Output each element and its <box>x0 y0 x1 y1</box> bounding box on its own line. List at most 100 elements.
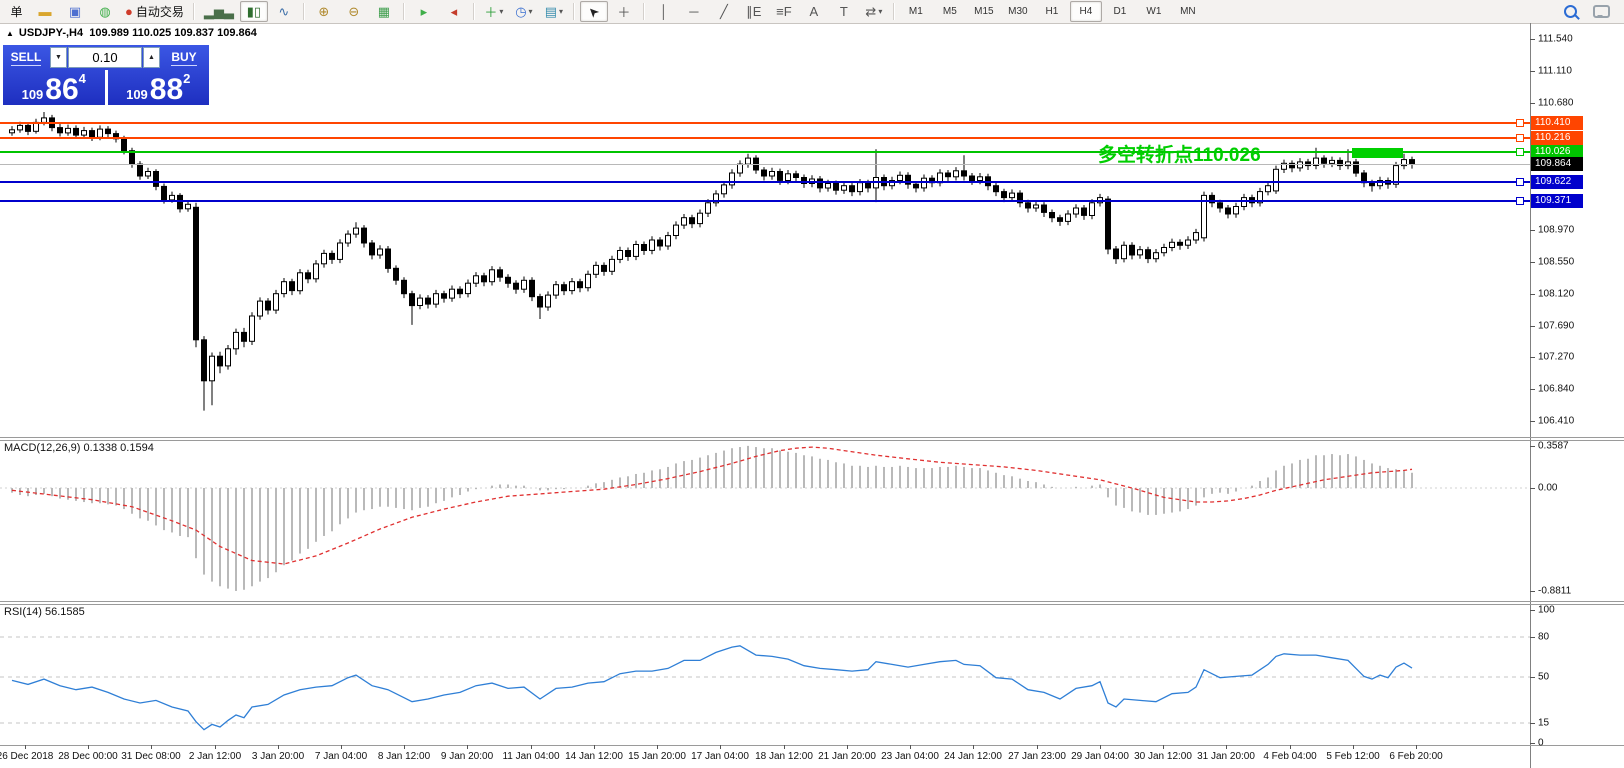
price-axis-tick <box>1530 294 1535 295</box>
time-axis-label: 18 Jan 12:00 <box>755 751 813 762</box>
price-level-line[interactable] <box>0 181 1530 183</box>
buy-price-button[interactable]: 109 88 2 <box>108 70 210 105</box>
level-end-marker <box>1516 178 1524 186</box>
highlight-box[interactable] <box>1352 148 1403 158</box>
time-axis-tick <box>1353 745 1354 749</box>
rsi-axis-label: 15 <box>1538 718 1549 729</box>
time-axis-tick <box>25 745 26 749</box>
rsi-axis-label: 80 <box>1538 632 1549 643</box>
rsi-axis-label: 0 <box>1538 738 1544 749</box>
level-end-marker <box>1516 134 1524 142</box>
macd-axis-tick <box>1530 591 1535 592</box>
time-axis-tick <box>1037 745 1038 749</box>
pane-separator <box>0 601 1624 602</box>
price-axis-label: 107.690 <box>1538 321 1574 332</box>
sell-button[interactable]: SELL <box>3 46 49 69</box>
sell-label: SELL <box>11 50 42 66</box>
time-axis-tick <box>215 745 216 749</box>
price-axis-tick <box>1530 389 1535 390</box>
time-axis-label: 29 Jan 04:00 <box>1071 751 1129 762</box>
buy-price-big: 88 <box>150 77 183 103</box>
level-end-marker <box>1516 197 1524 205</box>
time-axis-tick <box>784 745 785 749</box>
time-axis-label: 17 Jan 04:00 <box>691 751 749 762</box>
collapse-panel-icon[interactable]: ▲ <box>6 29 14 38</box>
price-axis-label: 106.840 <box>1538 384 1574 395</box>
price-axis-tick <box>1530 39 1535 40</box>
time-axis-tick <box>278 745 279 749</box>
rsi-legend: RSI(14) 56.1585 <box>4 606 85 618</box>
volume-decrease-button[interactable]: ▼ <box>50 47 67 68</box>
price-axis-label: 107.270 <box>1538 352 1574 363</box>
trend-annotation-text[interactable]: 多空转折点110.026 <box>1098 140 1261 167</box>
mt4-window: 单▬▣◍●自动交易▂▅▃▮▯∿⊕⊖▦▸◂＋▾◷▾▤▾➤＋│─╱∥E≡FAT⇄▾M… <box>0 0 1624 768</box>
time-axis-label: 30 Jan 12:00 <box>1134 751 1192 762</box>
price-badge: 110.216 <box>1531 131 1583 145</box>
symbol-label: USDJPY-,H4 <box>19 27 83 39</box>
macd-axis-tick <box>1530 446 1535 447</box>
price-axis-tick <box>1530 71 1535 72</box>
macd-axis-label: 0.00 <box>1538 483 1557 494</box>
time-axis-tick <box>467 745 468 749</box>
price-axis-label: 106.410 <box>1538 416 1574 427</box>
macd-axis-label: 0.3587 <box>1538 441 1569 452</box>
price-level-line[interactable] <box>0 137 1530 139</box>
time-axis-label: 9 Jan 20:00 <box>441 751 493 762</box>
time-axis-label: 23 Jan 04:00 <box>881 751 939 762</box>
time-axis-label: 14 Jan 12:00 <box>565 751 623 762</box>
time-axis-label: 8 Jan 12:00 <box>378 751 430 762</box>
buy-price-prefix: 109 <box>126 87 148 103</box>
time-axis-label: 5 Feb 12:00 <box>1326 751 1379 762</box>
price-badge: 110.410 <box>1531 116 1583 130</box>
sell-price-button[interactable]: 109 86 4 <box>3 70 108 105</box>
volume-input[interactable]: 0.10 <box>68 47 142 68</box>
buy-button[interactable]: BUY <box>161 46 207 69</box>
price-axis-tick <box>1530 262 1535 263</box>
macd-legend: MACD(12,26,9) 0.1338 0.1594 <box>4 442 154 454</box>
price-level-line[interactable] <box>0 200 1530 202</box>
time-axis-tick <box>910 745 911 749</box>
time-axis-tick <box>1416 745 1417 749</box>
chart-title: ▲USDJPY-,H4 109.989 110.025 109.837 109.… <box>6 27 257 39</box>
volume-increase-button[interactable]: ▲ <box>143 47 160 68</box>
time-axis-label: 2 Jan 12:00 <box>189 751 241 762</box>
time-axis-tick <box>1163 745 1164 749</box>
price-axis-label: 108.120 <box>1538 289 1574 300</box>
time-axis-tick <box>594 745 595 749</box>
price-badge: 109.371 <box>1531 194 1583 208</box>
time-axis-tick <box>404 745 405 749</box>
time-axis-label: 27 Jan 23:00 <box>1008 751 1066 762</box>
rsi-axis-tick <box>1530 610 1535 611</box>
price-level-line[interactable] <box>0 151 1530 153</box>
time-axis-tick <box>1290 745 1291 749</box>
rsi-axis-tick <box>1530 723 1535 724</box>
time-axis-tick <box>531 745 532 749</box>
time-axis-label: 15 Jan 20:00 <box>628 751 686 762</box>
price-badge: 109.622 <box>1531 175 1583 189</box>
price-badge: 109.864 <box>1531 157 1583 171</box>
price-axis-tick <box>1530 230 1535 231</box>
chart-canvas[interactable] <box>0 0 1624 768</box>
time-axis-label: 3 Jan 20:00 <box>252 751 304 762</box>
time-axis-label: 21 Jan 20:00 <box>818 751 876 762</box>
level-end-marker <box>1516 148 1524 156</box>
price-level-line[interactable] <box>0 164 1530 165</box>
time-axis-label: 24 Jan 12:00 <box>944 751 1002 762</box>
time-axis-tick <box>973 745 974 749</box>
pane-separator <box>0 437 1624 438</box>
price-axis-tick <box>1530 103 1535 104</box>
time-axis-label: 31 Dec 08:00 <box>121 751 181 762</box>
time-axis-tick <box>720 745 721 749</box>
rsi-axis-label: 100 <box>1538 605 1555 616</box>
level-end-marker <box>1516 119 1524 127</box>
time-axis-label: 11 Jan 04:00 <box>502 751 559 762</box>
rsi-axis-tick <box>1530 677 1535 678</box>
sell-price-big: 86 <box>45 77 78 103</box>
pane-separator <box>0 745 1624 746</box>
rsi-axis-label: 50 <box>1538 672 1549 683</box>
price-axis-label: 108.550 <box>1538 257 1574 268</box>
price-level-line[interactable] <box>0 122 1530 124</box>
macd-axis-label: -0.8811 <box>1538 586 1571 597</box>
time-axis-tick <box>88 745 89 749</box>
time-axis-label: 28 Dec 00:00 <box>58 751 118 762</box>
